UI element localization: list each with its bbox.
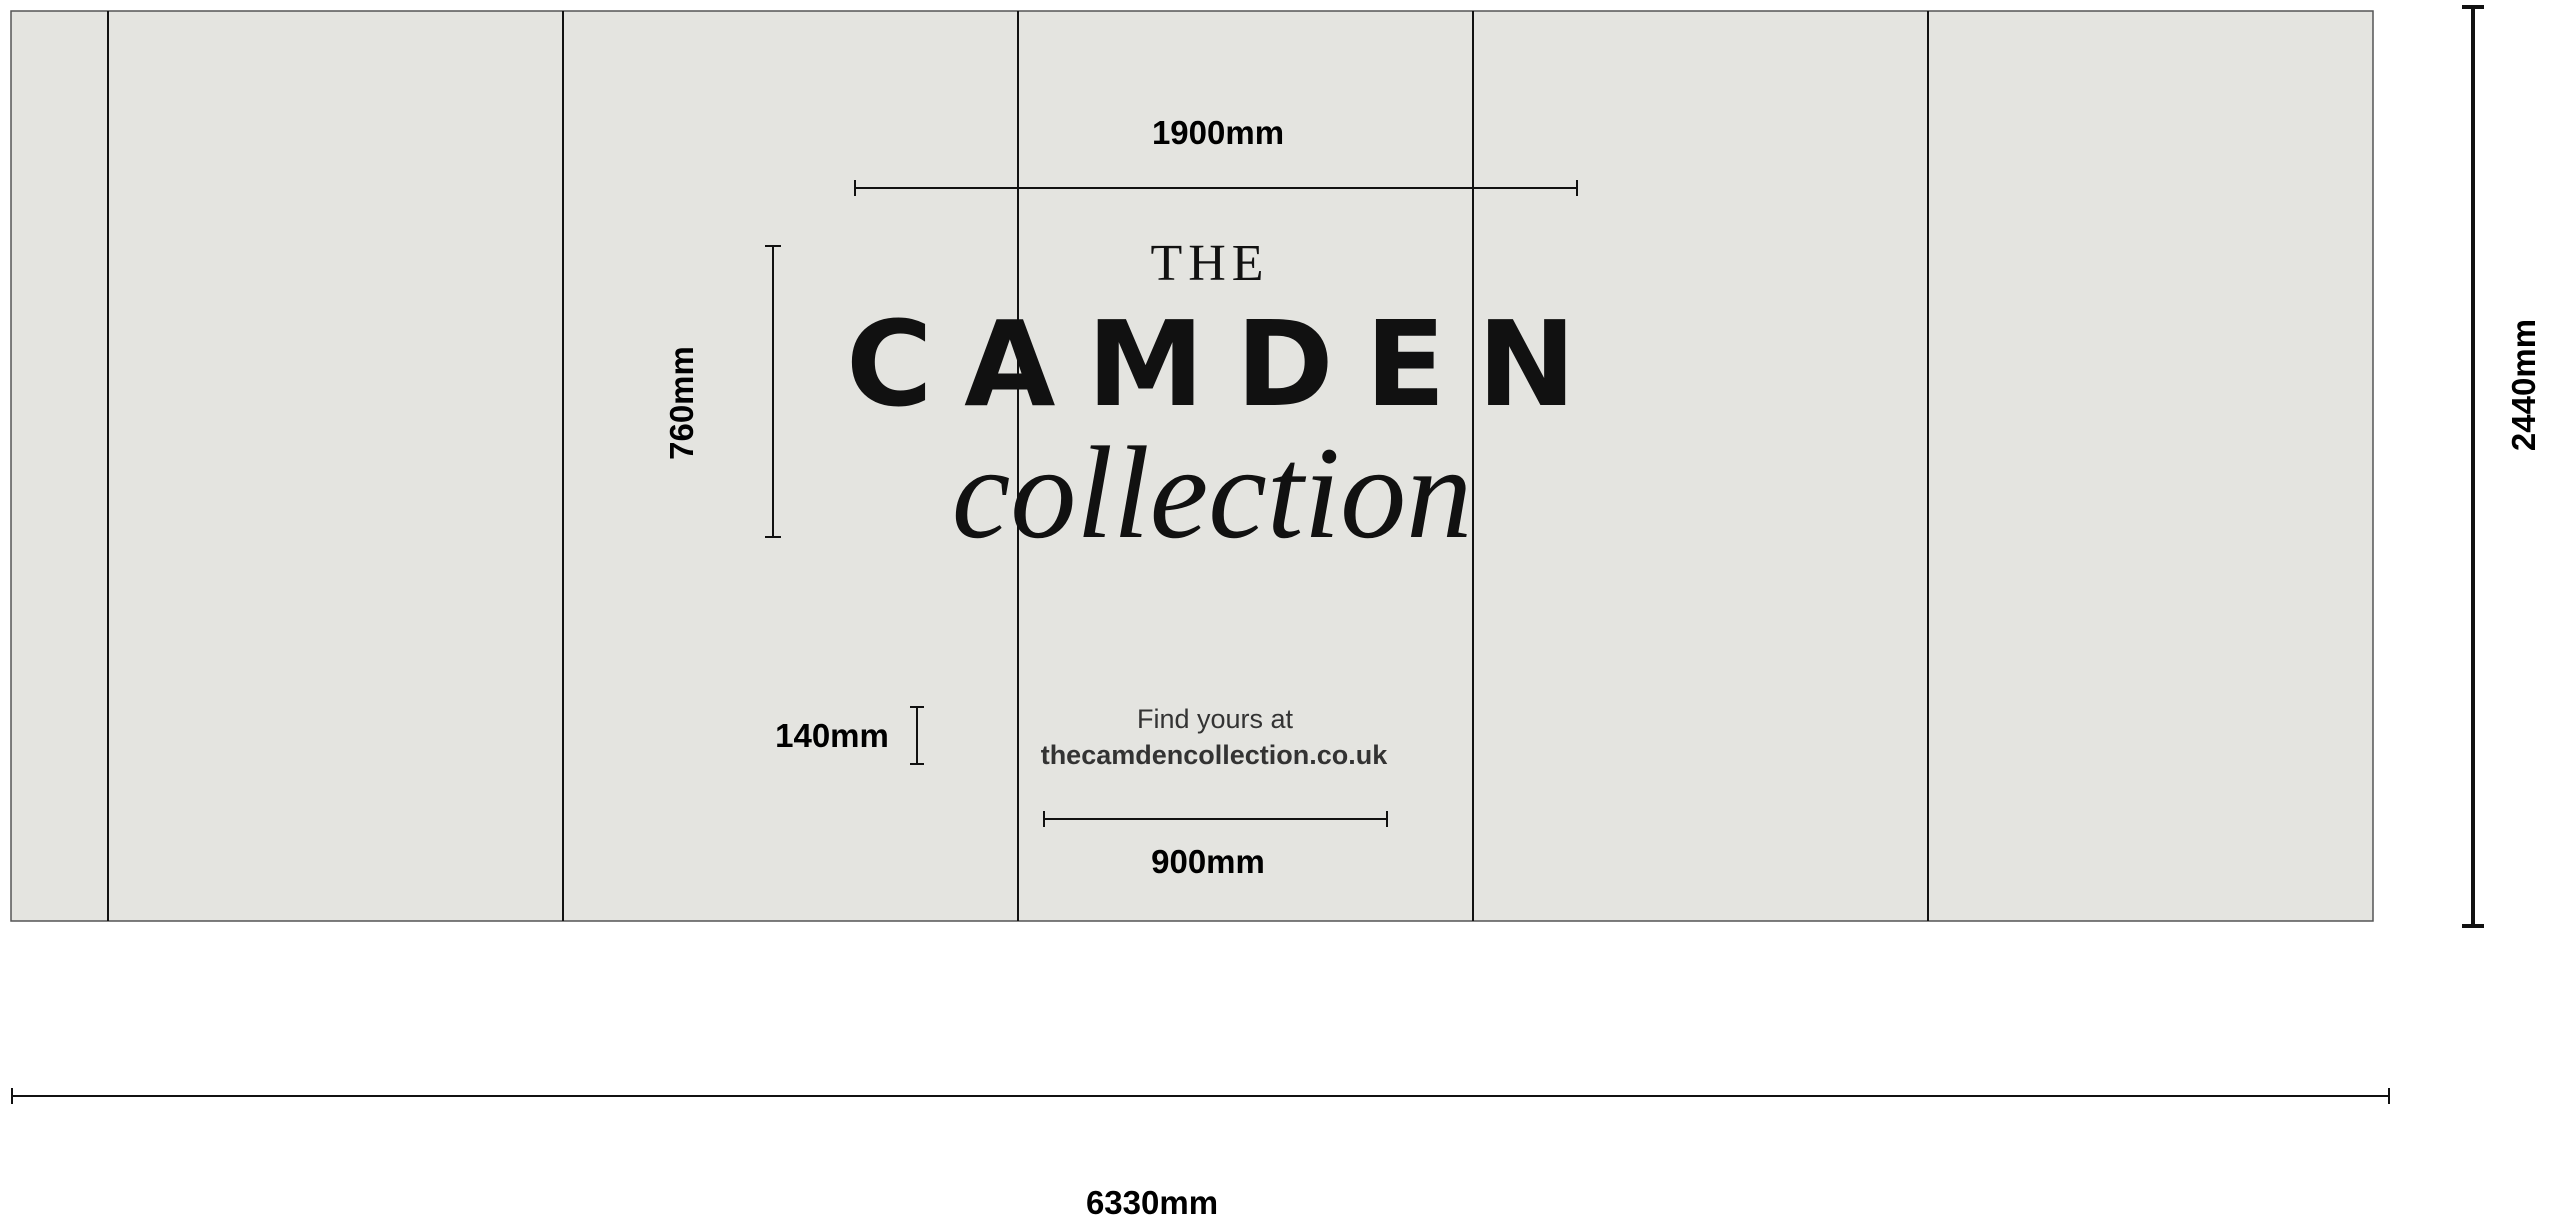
total-height-label: 2440mm xyxy=(2505,319,2542,451)
diagram-canvas: THE CAMDEN collection Find yours at thec… xyxy=(10,5,2542,1221)
total-width-label: 6330mm xyxy=(1086,1184,1218,1221)
logo-height-label: 760mm xyxy=(663,346,700,460)
logo-the: THE xyxy=(1150,235,1269,292)
total-height-dimension xyxy=(2462,5,2484,928)
logo-width-label: 1900mm xyxy=(1152,114,1284,151)
cta-find-yours: Find yours at xyxy=(1137,704,1294,734)
url-width-label: 900mm xyxy=(1151,843,1265,880)
hoarding-diagram: THE CAMDEN collection Find yours at thec… xyxy=(0,0,2558,1224)
logo-collection: collection xyxy=(952,419,1472,566)
total-width-dimension xyxy=(11,1088,2390,1104)
text-height-label: 140mm xyxy=(775,717,889,754)
cta-url: thecamdencollection.co.uk xyxy=(1041,740,1389,770)
